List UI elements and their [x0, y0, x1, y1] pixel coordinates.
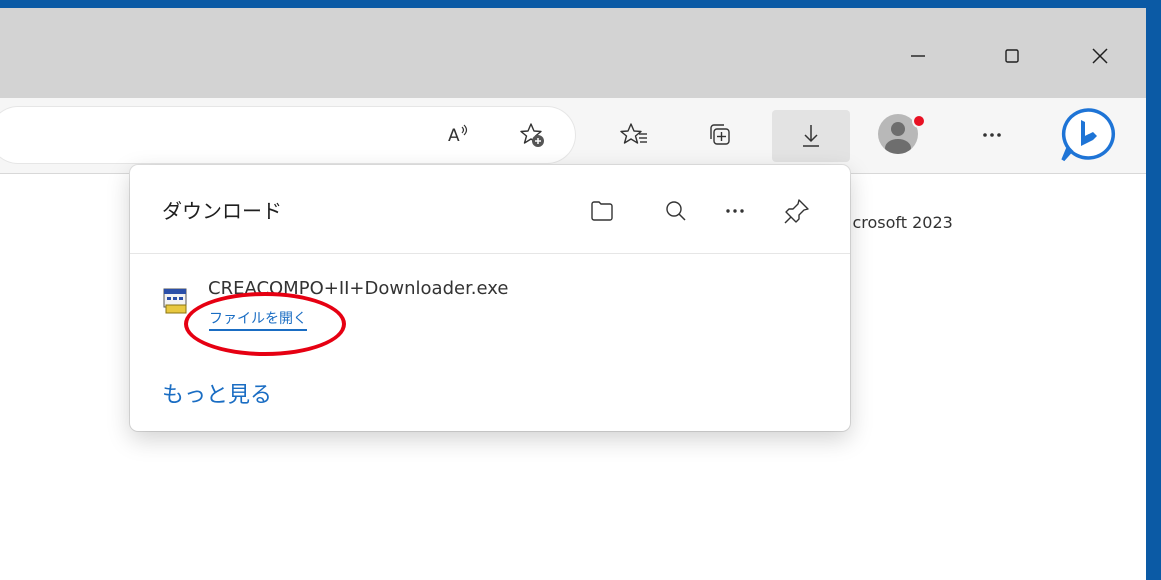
close-icon [1092, 48, 1108, 64]
maximize-button[interactable] [990, 38, 1034, 74]
page-copyright-text: icrosoft 2023 [848, 213, 953, 232]
minimize-icon [911, 55, 925, 57]
address-bar[interactable]: A [0, 107, 575, 163]
red-highlight-circle [184, 292, 346, 356]
read-aloud-button[interactable]: A [438, 115, 478, 155]
collections-icon [710, 124, 730, 145]
bing-chat-icon [1061, 108, 1116, 162]
see-more-link[interactable]: もっと見る [162, 377, 272, 409]
title-bar [0, 8, 1146, 98]
browser-window: A icrosoft 2023 ダウンロード CREACOMPO+II+Down… [0, 8, 1146, 580]
downloads-more-button[interactable] [720, 196, 750, 226]
exe-file-icon [162, 287, 190, 315]
downloads-panel: ダウンロード CREACOMPO+II+Downloader.exe ファイルを… [130, 165, 850, 431]
favorites-icon [620, 123, 647, 144]
panel-divider [130, 253, 850, 254]
browser-toolbar: A [0, 98, 1146, 174]
maximize-icon [1005, 49, 1019, 63]
minimize-button[interactable] [896, 38, 940, 74]
notification-dot [912, 114, 926, 128]
downloads-button[interactable] [772, 110, 850, 162]
close-button[interactable] [1078, 38, 1122, 74]
search-icon [666, 201, 686, 221]
favorites-button[interactable] [614, 115, 654, 155]
open-downloads-folder-button[interactable] [587, 196, 617, 226]
read-aloud-icon: A [448, 124, 468, 146]
downloads-panel-title: ダウンロード [162, 199, 282, 223]
window-frame-top [0, 0, 1161, 8]
more-menu-button[interactable] [970, 115, 1014, 155]
folder-icon [591, 201, 613, 221]
window-frame-right [1146, 0, 1161, 580]
pin-downloads-button[interactable] [782, 196, 812, 226]
bing-chat-button[interactable] [1058, 106, 1118, 164]
add-favorite-button[interactable] [512, 115, 552, 155]
svg-text:A: A [448, 126, 460, 146]
pin-icon [784, 199, 809, 224]
more-icon [983, 133, 1001, 137]
add-favorite-icon [520, 123, 544, 147]
downloads-icon [803, 125, 819, 147]
collections-button[interactable] [700, 115, 740, 155]
more-icon [726, 209, 744, 213]
search-downloads-button[interactable] [661, 196, 691, 226]
